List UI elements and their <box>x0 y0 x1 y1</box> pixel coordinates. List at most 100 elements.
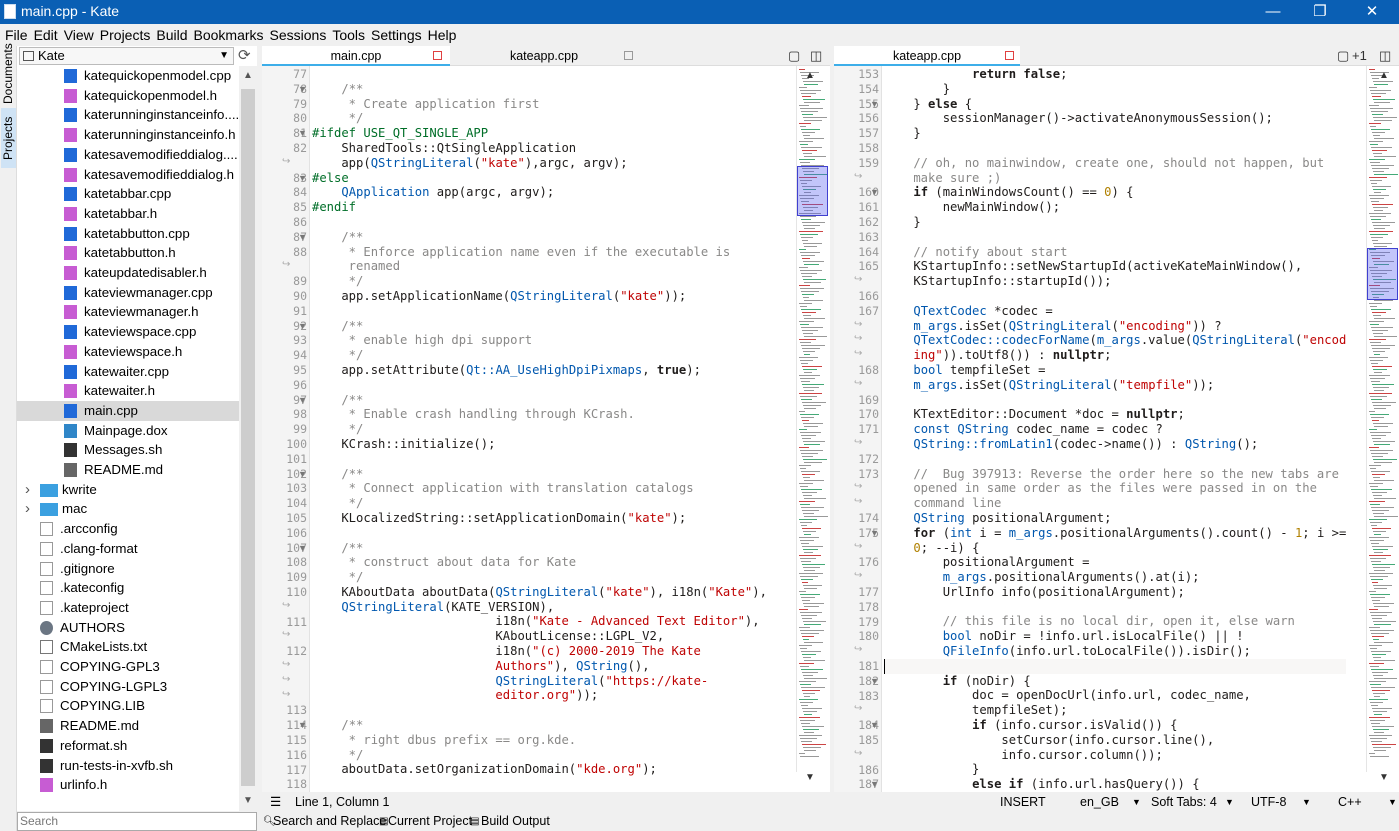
code-line[interactable] <box>884 452 1346 467</box>
close-tab-icon[interactable] <box>433 51 442 60</box>
tree-folder[interactable]: › kwrite <box>17 480 239 500</box>
fold-toggle-icon[interactable]: ▼ <box>298 128 307 138</box>
code-line[interactable]: make sure ;) <box>884 171 1346 186</box>
tree-file[interactable]: katetabbar.cpp <box>17 184 239 204</box>
code-line[interactable]: doc = openDocUrl(info.url, codec_name, <box>884 688 1346 703</box>
tree-file[interactable]: kateviewspace.h <box>17 342 239 362</box>
tree-folder[interactable]: › mac <box>17 499 239 519</box>
code-line[interactable]: } <box>884 215 1346 230</box>
code-line[interactable]: bool noDir = !info.url.isLocalFile() || … <box>884 629 1346 644</box>
code-line[interactable]: */ <box>312 274 767 289</box>
code-line[interactable]: ing")).toUtf8()) : nullptr; <box>884 348 1346 363</box>
fold-toggle-icon[interactable]: ▼ <box>298 173 307 183</box>
code-line[interactable] <box>884 289 1346 304</box>
tree-file[interactable]: Messages.sh <box>17 440 239 460</box>
code-line[interactable]: i18n("(c) 2000-2019 The Kate <box>312 644 767 659</box>
code-line[interactable]: */ <box>312 111 767 126</box>
code-line[interactable]: * Enforce application name even if the e… <box>312 245 767 260</box>
menu-projects[interactable]: Projects <box>95 24 151 46</box>
code-line[interactable] <box>312 304 767 319</box>
tree-file[interactable]: katetabbar.h <box>17 204 239 224</box>
code-line[interactable]: QFileInfo(info.url.toLocalFile()).isDir(… <box>884 644 1346 659</box>
code-line[interactable]: #else <box>312 171 767 186</box>
fold-toggle-icon[interactable]: ▼ <box>298 84 307 94</box>
code-line[interactable]: editor.org")); <box>312 688 767 703</box>
fold-toggle-icon[interactable]: ▼ <box>298 543 307 553</box>
code-line[interactable]: /** <box>312 467 767 482</box>
code-line[interactable]: QStringLiteral(KATE_VERSION), <box>312 600 767 615</box>
tree-file[interactable]: katesavemodifieddialog.... <box>17 145 239 165</box>
tree-file[interactable]: urlinfo.h <box>17 775 239 795</box>
expand-arrow-icon[interactable]: › <box>25 480 30 500</box>
tab-projects[interactable]: Projects <box>1 108 16 168</box>
code-line[interactable]: * right dbus prefix == org.kde. <box>312 733 767 748</box>
menu-view[interactable]: View <box>59 24 94 46</box>
code-line[interactable]: KLocalizedString::setApplicationDomain("… <box>312 511 767 526</box>
code-line[interactable]: */ <box>312 570 767 585</box>
code-line[interactable] <box>312 452 767 467</box>
tree-file[interactable]: run-tests-in-xvfb.sh <box>17 756 239 776</box>
code-line[interactable]: */ <box>312 422 767 437</box>
code-line[interactable] <box>884 658 1347 674</box>
tab-current-project[interactable]: Current Project <box>388 812 472 831</box>
expand-arrow-icon[interactable]: › <box>25 499 30 519</box>
code-line[interactable]: } else { <box>884 97 1346 112</box>
code-area[interactable]: return false; } } else { sessionManager(… <box>884 67 1347 792</box>
scroll-up-icon[interactable]: ▲ <box>805 70 815 81</box>
code-line[interactable]: QApplication app(argc, argv); <box>312 185 767 200</box>
tree-file[interactable]: katewaiter.cpp <box>17 362 239 382</box>
code-line[interactable]: */ <box>312 748 767 763</box>
tree-file[interactable]: reformat.sh <box>17 736 239 756</box>
tree-file[interactable]: README.md <box>17 460 239 480</box>
code-line[interactable]: KAboutData aboutData(QStringLiteral("kat… <box>312 585 767 600</box>
code-line[interactable]: /** <box>312 541 767 556</box>
code-line[interactable]: */ <box>312 496 767 511</box>
fold-toggle-icon[interactable]: ▼ <box>870 720 879 730</box>
code-line[interactable]: // notify about start <box>884 245 1346 260</box>
tree-file[interactable]: katewaiter.h <box>17 381 239 401</box>
hidden-tabs-count[interactable]: +1 <box>1352 48 1367 63</box>
minimap-viewport[interactable] <box>797 166 828 216</box>
code-line[interactable]: /** <box>312 82 767 97</box>
code-line[interactable]: if (info.cursor.isValid()) { <box>884 718 1346 733</box>
fold-toggle-icon[interactable]: ▼ <box>870 528 879 538</box>
indent-select[interactable]: Soft Tabs: 4 <box>1151 792 1217 812</box>
input-mode[interactable]: INSERT <box>1000 792 1046 812</box>
code-line[interactable]: QTextCodec::codecForName(m_args.value(QS… <box>884 333 1346 348</box>
tab-search-replace[interactable]: Search and Replace <box>273 812 386 831</box>
fold-toggle-icon[interactable]: ▼ <box>870 187 879 197</box>
code-line[interactable]: UrlInfo info(positionalArgument); <box>884 585 1346 600</box>
code-line[interactable]: // oh, no mainwindow, create one, should… <box>884 156 1346 171</box>
documents-icon[interactable]: ▢ <box>1337 48 1349 64</box>
code-line[interactable]: info.cursor.column()); <box>884 748 1346 763</box>
code-line[interactable] <box>884 600 1346 615</box>
tree-file[interactable]: katerunninginstanceinfo.h <box>17 125 239 145</box>
project-tree[interactable]: katequickopenmodel.cpp katequickopenmodel… <box>17 66 239 811</box>
menu-icon[interactable]: ☰ <box>270 792 281 812</box>
code-line[interactable]: /** <box>312 319 767 334</box>
tree-scrollbar[interactable]: ▲ ▼ <box>239 66 257 811</box>
tree-file[interactable]: COPYING.LIB <box>17 696 239 716</box>
search-input[interactable]: Search <box>17 812 257 831</box>
code-line[interactable]: app.setAttribute(Qt::AA_UseHighDpiPixmap… <box>312 363 767 378</box>
code-line[interactable]: bool tempfileSet = <box>884 363 1346 378</box>
code-line[interactable] <box>312 67 767 82</box>
fold-toggle-icon[interactable]: ▼ <box>870 676 879 686</box>
menu-build[interactable]: Build <box>151 24 187 46</box>
code-line[interactable]: 0; --i) { <box>884 541 1346 556</box>
tab-kateapp-cpp[interactable]: kateapp.cpp <box>834 46 1020 66</box>
code-line[interactable]: tempfileSet); <box>884 703 1346 718</box>
code-line[interactable] <box>312 378 767 393</box>
split-view-icon[interactable]: ◫ <box>810 48 822 64</box>
close-tab-icon[interactable] <box>1005 51 1014 60</box>
code-line[interactable]: QString::fromLatin1(codec->name()) : QSt… <box>884 437 1346 452</box>
code-line[interactable]: #endif <box>312 200 767 215</box>
code-line[interactable]: return false; <box>884 67 1346 82</box>
code-line[interactable] <box>312 777 767 792</box>
tree-file[interactable]: .clang-format <box>17 539 239 559</box>
code-line[interactable]: for (int i = m_args.positionalArguments(… <box>884 526 1346 541</box>
menu-help[interactable]: Help <box>423 24 457 46</box>
code-line[interactable]: * Create application first <box>312 97 767 112</box>
tree-file[interactable]: katerunninginstanceinfo.... <box>17 105 239 125</box>
tree-file[interactable]: kateviewmanager.cpp <box>17 283 239 303</box>
